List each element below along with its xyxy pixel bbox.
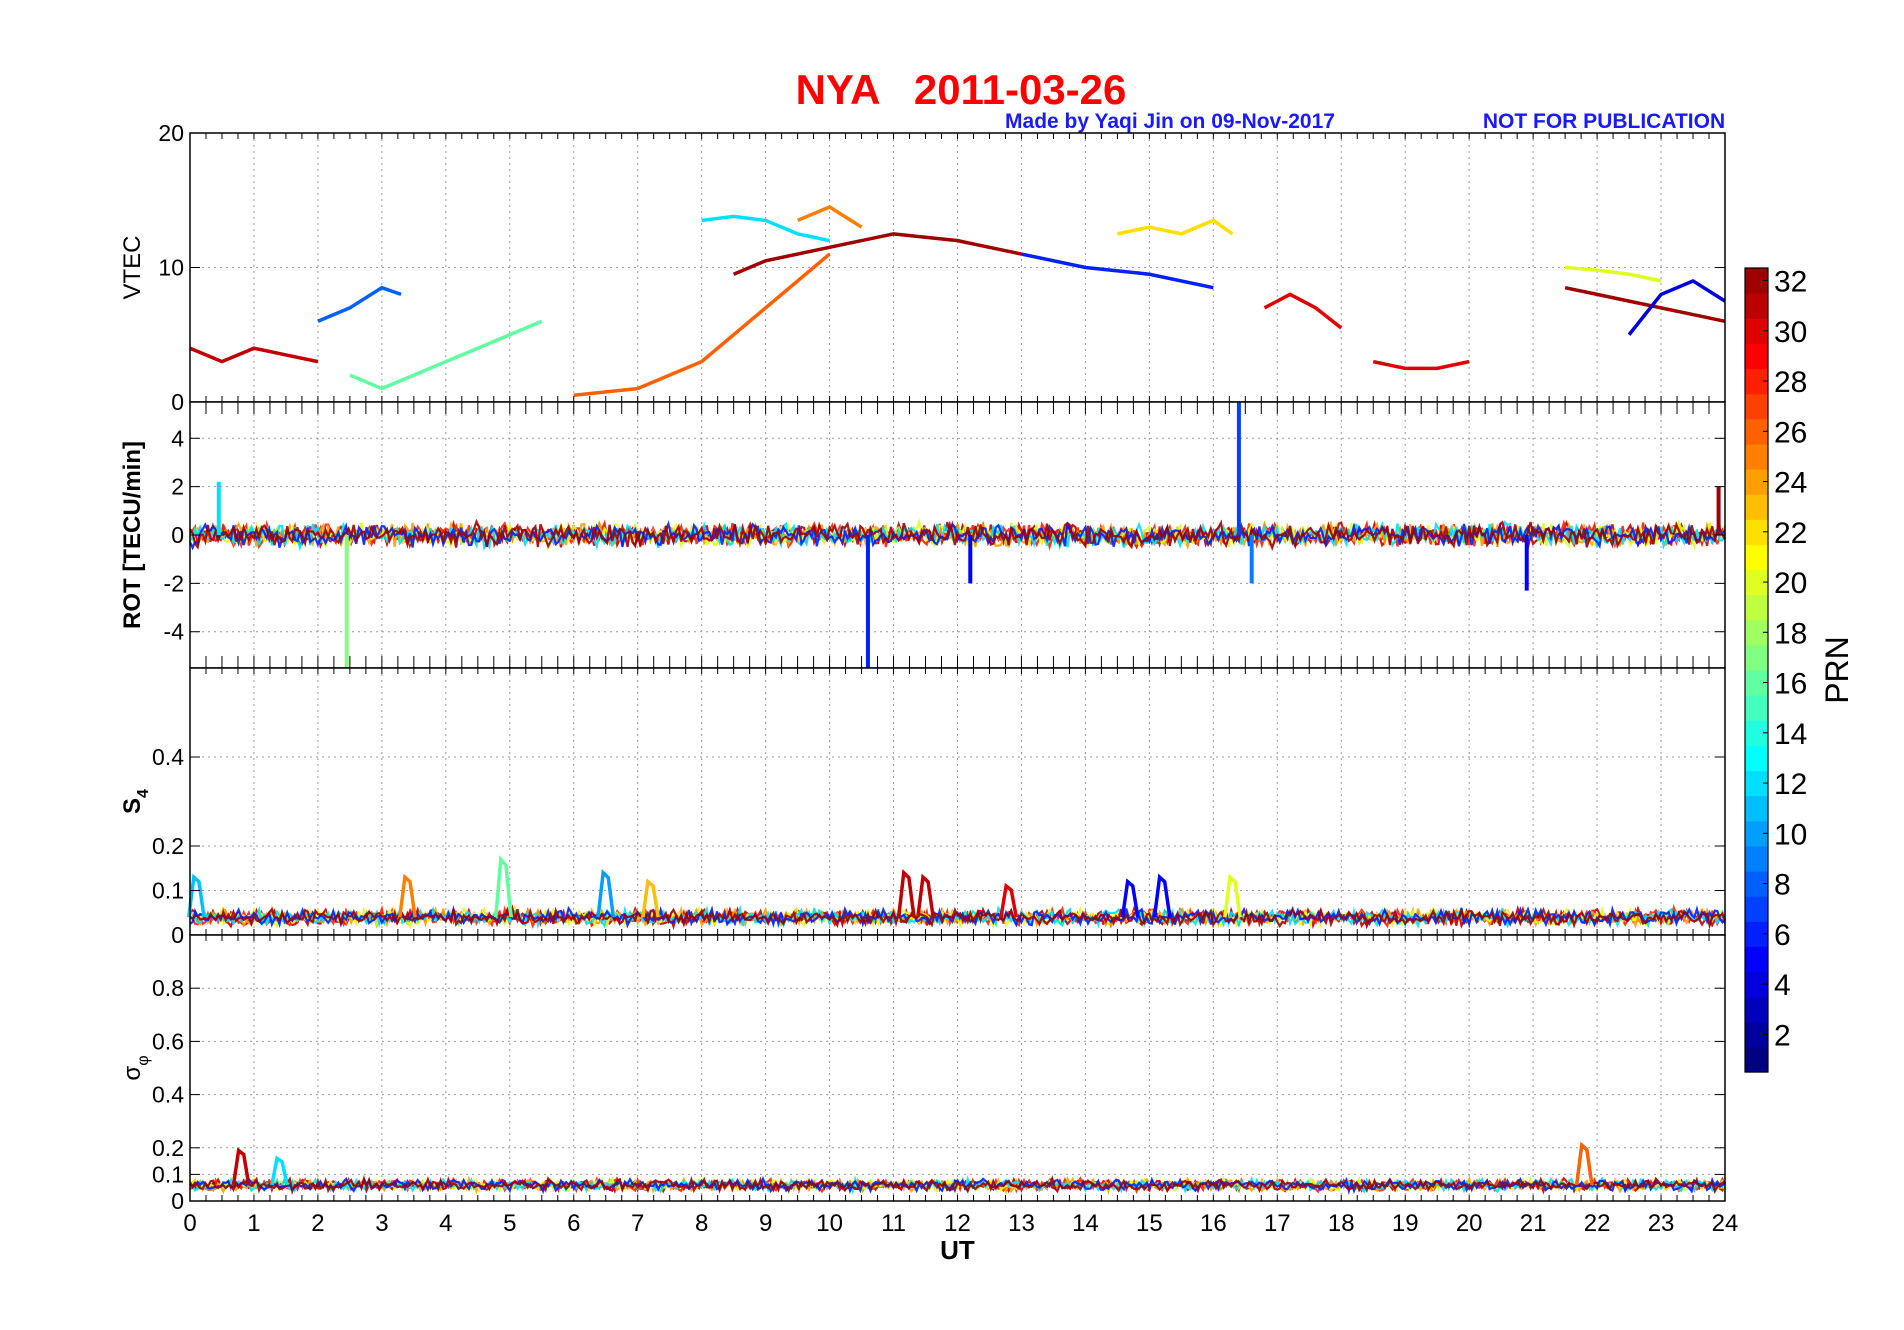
colorbar-tick-label: 2: [1774, 1019, 1791, 1052]
x-tick-label: 10: [816, 1210, 843, 1237]
x-tick-label: 3: [375, 1210, 388, 1237]
y-axis-label: ROT [TECU/min]: [119, 441, 146, 629]
colorbar-tick-label: 6: [1774, 919, 1791, 952]
colorbar-segment-prn-9: [1745, 845, 1768, 872]
colorbar-segment-prn-1: [1745, 1046, 1768, 1073]
y-tick-label: 0.1: [152, 878, 184, 904]
colorbar-segment-prn-15: [1745, 695, 1768, 721]
colorbar-segment-prn-11: [1745, 795, 1768, 822]
y-axis-label: σφ: [119, 1055, 152, 1080]
x-tick-label: 1: [247, 1210, 260, 1237]
y-tick-label: 0.4: [152, 744, 184, 770]
colorbar-tick-label: 32: [1774, 266, 1807, 299]
y-tick-label: 0.2: [152, 1135, 184, 1161]
x-tick-label: 0: [183, 1210, 196, 1237]
colorbar-tick-label: 28: [1774, 366, 1807, 399]
y-tick-label: 0.1: [152, 1161, 184, 1187]
y-axis-label: S4: [119, 789, 152, 814]
credit-note: Made by Yaqi Jin on 09-Nov-2017: [1005, 110, 1335, 133]
x-tick-label: 2: [311, 1210, 324, 1237]
chart-title: NYA 2011-03-26: [796, 66, 1127, 113]
colorbar-segment-prn-21: [1745, 544, 1768, 571]
colorbar-tick-label: 12: [1774, 768, 1807, 801]
x-tick-label: 16: [1200, 1210, 1227, 1237]
x-tick-label: 9: [759, 1210, 772, 1237]
x-tick-label: 7: [631, 1210, 644, 1237]
vtec-panel: 0 10 20 VTEC: [119, 120, 1726, 415]
colorbar-segment-prn-29: [1745, 343, 1768, 370]
y-tick-label: -4: [164, 619, 185, 645]
colorbar-tick-label: 24: [1774, 467, 1807, 500]
colorbar-tick-label: 26: [1774, 416, 1807, 449]
colorbar-tick-label: 30: [1774, 316, 1807, 349]
x-tick-label: 4: [439, 1210, 452, 1237]
colorbar-segment-prn-17: [1745, 644, 1768, 671]
sigma-phi-panel: 00.10.20.40.60.8σφ0 1 2 3 4 5 6 7 8 9 10 11 12 13 14 15…: [119, 934, 1739, 1265]
y-tick-label: 4: [171, 425, 184, 451]
rot-panel: -4 -2 0 2 4 ROT [TECU/min]: [119, 401, 1727, 669]
y-tick-label: 0: [171, 922, 184, 948]
colorbar-tick-label: 4: [1774, 969, 1791, 1002]
colorbar-segment-prn-27: [1745, 393, 1768, 420]
y-tick-label: 2: [171, 474, 184, 500]
x-tick-label: 17: [1264, 1210, 1291, 1237]
figure: NYA 2011-03-26 Made by Yaqi Jin on 09-No…: [119, 66, 1855, 1265]
x-tick-label: 8: [695, 1210, 708, 1237]
x-tick-label: 23: [1648, 1210, 1675, 1237]
y-tick-label: 0.4: [152, 1082, 184, 1108]
y-tick-label: 0: [171, 1188, 184, 1214]
x-tick-label: 5: [503, 1210, 516, 1237]
y-tick-label: 0: [171, 522, 184, 548]
y-tick-label: 20: [158, 120, 184, 146]
x-tick-label: 11: [881, 1210, 906, 1237]
y-axis-label: VTEC: [119, 235, 146, 299]
colorbar-segment-prn-31: [1745, 293, 1768, 319]
x-tick-label: 19: [1392, 1210, 1419, 1237]
x-tick-label: 20: [1456, 1210, 1483, 1237]
x-tick-label: 6: [567, 1210, 580, 1237]
y-tick-label: 0.8: [152, 975, 184, 1001]
colorbar-segment-prn-13: [1745, 745, 1768, 772]
colorbar-segment-prn-5: [1745, 946, 1768, 973]
publication-notice: NOT FOR PUBLICATION: [1483, 110, 1725, 133]
x-tick-label: 14: [1072, 1210, 1099, 1237]
s4-panel: 0 0.1 0.2 0.4S4: [119, 667, 1727, 948]
colorbar-tick-label: 22: [1774, 517, 1807, 550]
x-tick-label: 21: [1520, 1210, 1547, 1237]
y-axis-label-subscript: 4: [135, 789, 152, 798]
colorbar-segment-prn-7: [1745, 896, 1768, 922]
colorbar-label: PRN: [1819, 636, 1855, 704]
x-tick-label: 13: [1008, 1210, 1035, 1237]
colorbar-segment-prn-25: [1745, 443, 1768, 470]
y-tick-label: 10: [158, 255, 184, 281]
colorbar-segment-prn-19: [1745, 594, 1768, 621]
colorbar-segment-prn-3: [1745, 996, 1768, 1023]
colorbar-tick-label: 18: [1774, 617, 1807, 650]
x-tick-label: 15: [1136, 1210, 1163, 1237]
y-tick-label: 0.2: [152, 833, 184, 859]
y-tick-label: -2: [164, 570, 184, 596]
x-axis-label: UT: [940, 1235, 975, 1265]
x-tick-label: 12: [944, 1210, 971, 1237]
colorbar-tick-label: 10: [1774, 818, 1807, 851]
x-tick-label: 18: [1328, 1210, 1355, 1237]
y-tick-label: 0: [171, 389, 184, 415]
y-axis-label-subscript: φ: [135, 1055, 152, 1065]
x-tick-label: 22: [1584, 1210, 1611, 1237]
colorbar-tick-label: 20: [1774, 567, 1807, 600]
colorbar-tick-label: 8: [1774, 869, 1791, 902]
colorbar-segment-prn-23: [1745, 494, 1768, 520]
prn-colorbar: 2468101214161820222426283032PRN: [1744, 266, 1855, 1073]
colorbar-tick-label: 14: [1774, 718, 1807, 751]
x-tick-label: 24: [1712, 1210, 1739, 1237]
colorbar-tick-label: 16: [1774, 668, 1807, 701]
y-tick-label: 0.6: [152, 1028, 184, 1054]
